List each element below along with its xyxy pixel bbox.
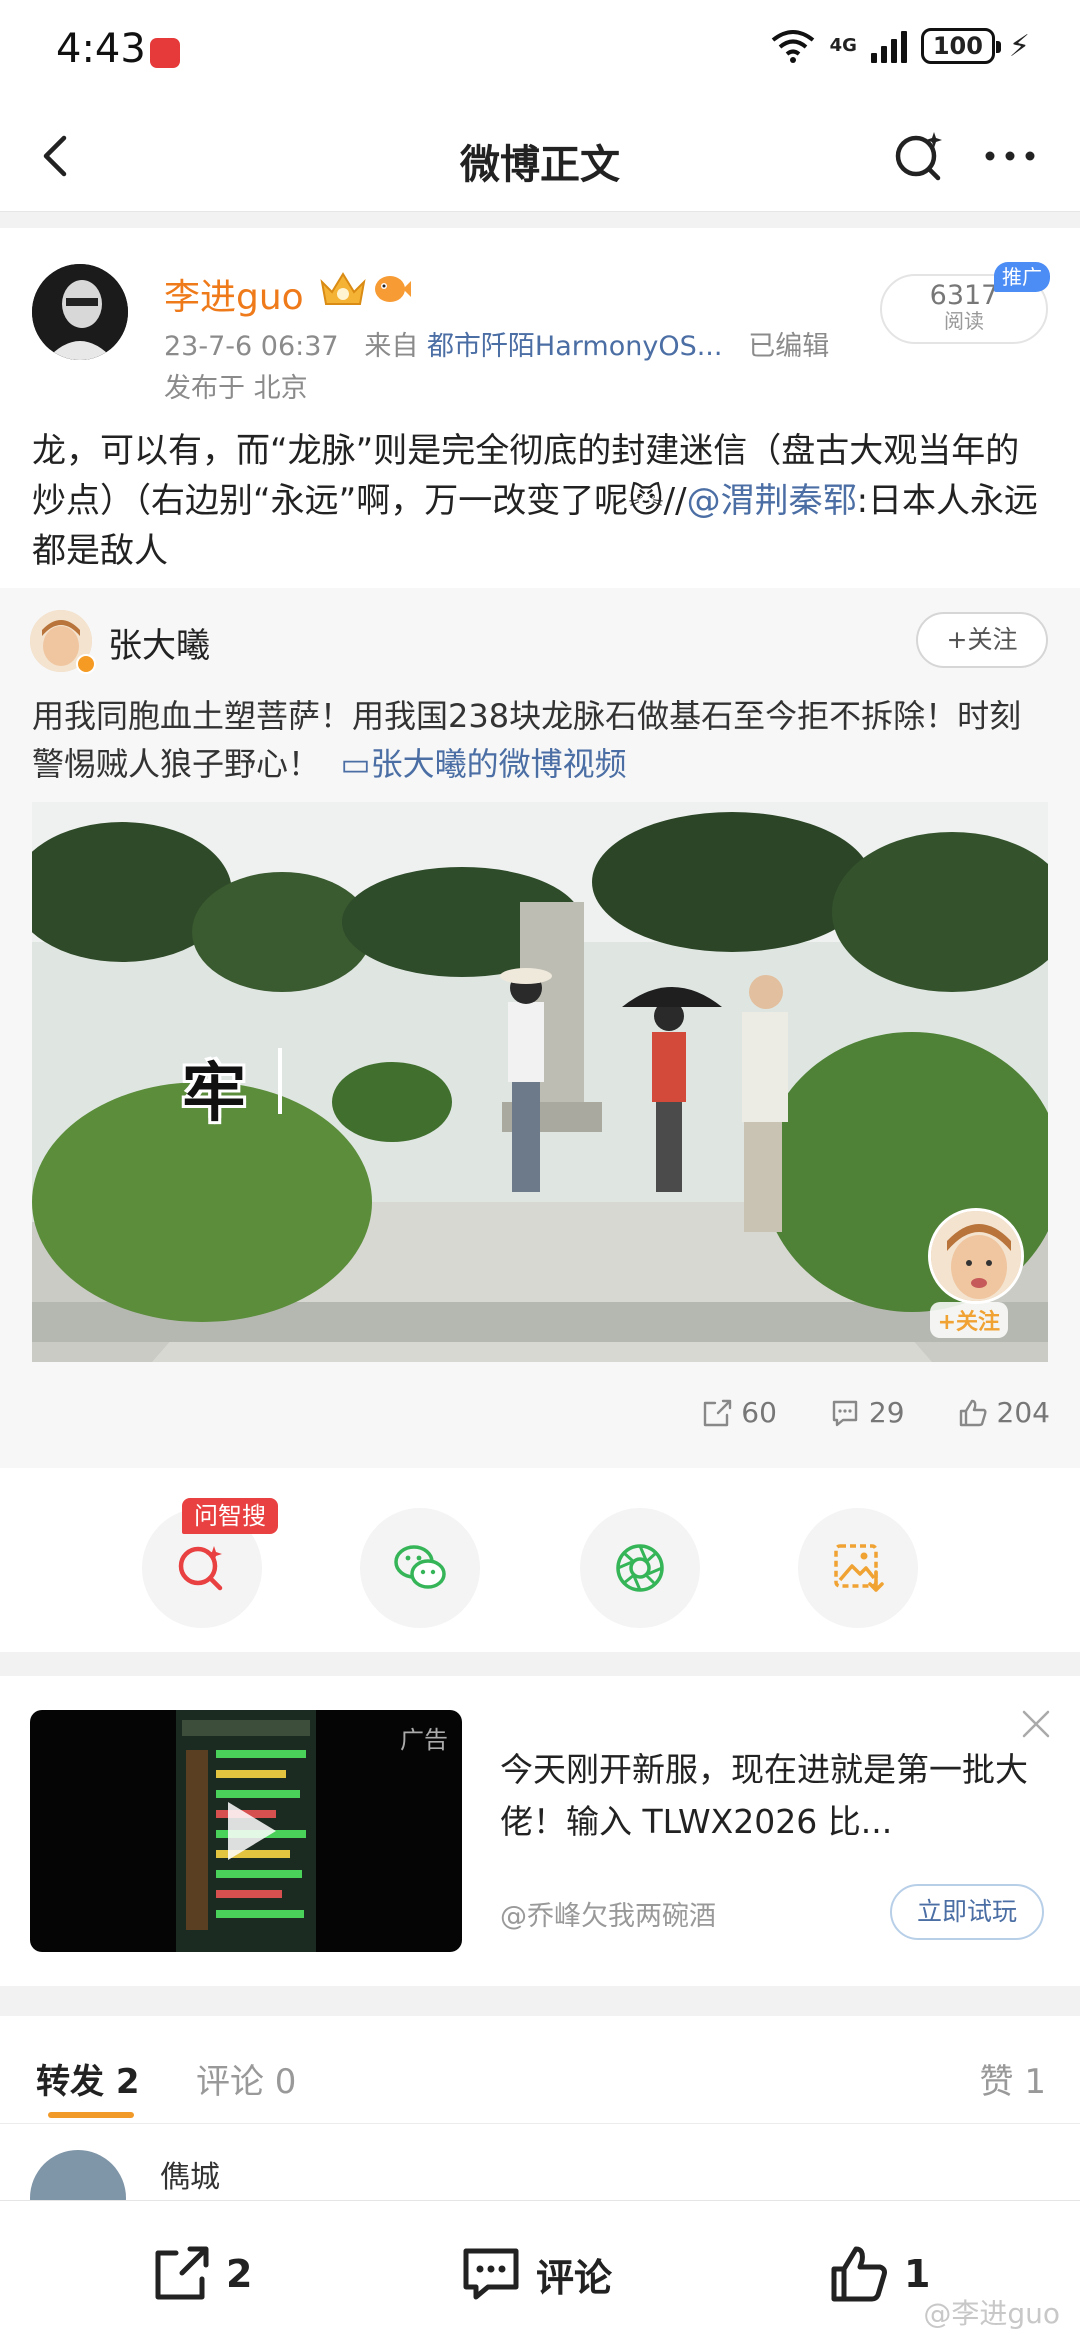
- like-count: 1: [904, 2252, 931, 2296]
- status-time: 4:43: [56, 26, 146, 72]
- more-icon[interactable]: [980, 126, 1040, 186]
- battery-icon: 100: [920, 28, 1001, 64]
- like-icon: [959, 1399, 987, 1426]
- moments-icon: [616, 1544, 664, 1592]
- watermark: @李进guo: [923, 2297, 1060, 2330]
- retweet-text: 用我同胞血土塑菩萨！用我国238块龙脉石做基石至今拒不拆除！时刻警惕贼人狼子野心…: [32, 692, 1052, 788]
- repost-count: 60: [741, 1396, 777, 1429]
- network-type: 4G: [829, 35, 857, 56]
- play-icon[interactable]: [214, 1796, 284, 1866]
- avatar[interactable]: [30, 2150, 126, 2204]
- post-location: 发布于 北京: [164, 373, 308, 404]
- post-card: 李进guo 23-7-6 06:37 来自 都市阡陌HarmonyOS... 已…: [0, 228, 1080, 1468]
- promo-tag[interactable]: 推广: [994, 262, 1050, 292]
- status-bar: 4:43 4G 100 ⚡: [0, 0, 1080, 100]
- repost-icon: [704, 1399, 732, 1426]
- author-avatar[interactable]: [32, 264, 128, 360]
- retweet-like-count[interactable]: 204: [957, 1396, 1050, 1429]
- video-link-icon: ▭: [340, 745, 371, 783]
- video-caption-cursor: [278, 1048, 282, 1114]
- app-notification-icon: [150, 38, 180, 68]
- status-icons: 4G 100 ⚡: [770, 28, 1030, 64]
- video-link[interactable]: ▭张大曦的微博视频: [340, 745, 626, 783]
- source-prefix: 来自: [364, 331, 419, 362]
- retweet-stats: 60 29 204: [701, 1396, 1050, 1429]
- repost-count: 2: [226, 2252, 253, 2296]
- mention-link[interactable]: @渭荆秦郓: [687, 481, 857, 521]
- video-follow-button[interactable]: +关注: [929, 1302, 1008, 1338]
- wechat-icon: [394, 1545, 446, 1589]
- tab-like[interactable]: 赞 1: [980, 2054, 1046, 2103]
- charging-icon: ⚡: [1008, 28, 1030, 64]
- ad-source[interactable]: @乔峰欠我两碗酒: [500, 1894, 716, 1933]
- comment-count: 29: [868, 1396, 905, 1429]
- like-button[interactable]: 1: [826, 2241, 930, 2307]
- nav-bar: 微博正文: [0, 100, 1080, 212]
- video-author-avatar[interactable]: [928, 1208, 1024, 1304]
- video-link-label: 张大曦的微博视频: [370, 745, 627, 783]
- comment-label: 评论: [536, 2255, 613, 2300]
- post-meta: 23-7-6 06:37 来自 都市阡陌HarmonyOS... 已编辑: [164, 324, 829, 363]
- close-icon[interactable]: [1018, 1706, 1054, 1742]
- try-now-button[interactable]: 立即试玩: [890, 1884, 1044, 1940]
- video-player[interactable]: 牢 +关注: [32, 802, 1048, 1362]
- ad-label: 广告: [400, 1726, 448, 1754]
- repost-icon: [155, 2246, 209, 2300]
- ad-text[interactable]: 今天刚开新服，现在进就是第一批大佬！输入 TLWX2026 比...: [500, 1744, 1040, 1848]
- post-timestamp: 23-7-6 06:37: [164, 331, 339, 362]
- ai-search-icon: [178, 1546, 223, 1591]
- tab-indicator: [48, 2112, 134, 2118]
- edited-label: 已编辑: [748, 331, 830, 362]
- fish-icon: [375, 276, 411, 302]
- author-name[interactable]: 李进guo: [164, 268, 304, 320]
- share-row: 问智搜: [0, 1468, 1080, 1652]
- moments-share-button[interactable]: [580, 1508, 700, 1628]
- comment-button[interactable]: 评论: [458, 2241, 612, 2307]
- retweet-repost-count[interactable]: 60: [701, 1396, 777, 1429]
- signal-icon: [870, 29, 907, 63]
- search-ai-icon[interactable]: [890, 126, 950, 186]
- vip-crown-icon: [320, 272, 366, 305]
- interaction-tabs: 转发 2 评论 0 赞 1: [0, 2016, 1080, 2124]
- bottom-action-bar: 2 评论 1: [0, 2200, 1080, 2340]
- comment-icon: [463, 2248, 519, 2300]
- video-overlay-text: 牢: [182, 1057, 246, 1131]
- reposter-name[interactable]: 儁城: [160, 2152, 220, 2196]
- repost-button[interactable]: 2: [148, 2241, 252, 2307]
- list-item[interactable]: 儁城: [0, 2124, 1080, 2204]
- ai-search-tag: 问智搜: [182, 1498, 278, 1534]
- comment-icon: [832, 1400, 858, 1426]
- like-icon: [831, 2246, 887, 2302]
- tab-repost[interactable]: 转发 2: [36, 2054, 140, 2103]
- like-count: 204: [996, 1396, 1050, 1429]
- read-label: 阅读: [944, 309, 984, 333]
- ad-video[interactable]: 广告: [30, 1710, 462, 1952]
- follow-button[interactable]: +关注: [916, 612, 1048, 668]
- post-text: 龙，可以有，而“龙脉”则是完全彻底的封建迷信（盘古大观当年的炒点）（右边别“永远…: [32, 426, 1052, 576]
- ad-card[interactable]: 广告 今天刚开新服，现在进就是第一批大佬！输入 TLWX2026 比... @乔…: [0, 1676, 1080, 1986]
- save-image-icon: [834, 1544, 884, 1592]
- post-source-link[interactable]: 都市阡陌HarmonyOS...: [427, 331, 723, 362]
- retweet-author-name[interactable]: 张大曦: [108, 618, 210, 667]
- tab-comment[interactable]: 评论 0: [196, 2054, 296, 2103]
- retweet-comment-count[interactable]: 29: [829, 1396, 905, 1429]
- verified-badge-icon: [76, 654, 96, 674]
- wechat-share-button[interactable]: [360, 1508, 480, 1628]
- save-image-button[interactable]: [798, 1508, 918, 1628]
- retweet-block[interactable]: 张大曦 +关注 用我同胞血土塑菩萨！用我国238块龙脉石做基石至今拒不拆除！时刻…: [0, 588, 1080, 1468]
- wifi-icon: [771, 30, 814, 63]
